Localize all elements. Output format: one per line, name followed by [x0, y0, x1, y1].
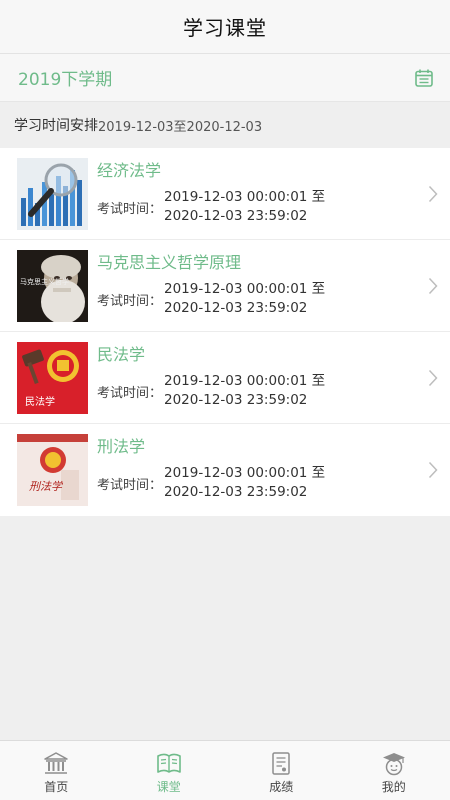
book-icon — [156, 753, 181, 773]
course-thumbnail — [17, 157, 88, 230]
top-bar: 学习课堂 — [0, 0, 450, 54]
thumbnail-caption: 刑法学 — [29, 480, 64, 493]
exam-end: 2020-12-03 23:59:02 — [164, 391, 308, 408]
course-item-criminal-law[interactable]: 刑法学 刑法学 考试时间： 2019-12-03 00:00:01 至 2020… — [0, 424, 450, 516]
exam-time-label: 考试时间： — [97, 385, 163, 401]
calendar-icon[interactable] — [414, 68, 434, 88]
course-item-marxist-philosophy[interactable]: 马克思主义哲学 马克思主义哲学原理 考试时间： 2019-12-03 00:00… — [0, 240, 450, 332]
course-thumbnail: 马克思主义哲学 — [17, 249, 88, 322]
chevron-right-icon — [428, 461, 438, 479]
exam-time-range: 2019-12-03 00:00:01 至 2020-12-03 23:59:0… — [164, 372, 325, 410]
tab-grades[interactable]: 成绩 — [225, 741, 338, 800]
tab-mine[interactable]: 我的 — [338, 741, 450, 800]
exam-time-range: 2019-12-03 00:00:01 至 2020-12-03 23:59:0… — [164, 280, 325, 318]
tab-label: 课堂 — [156, 780, 181, 794]
course-name: 经济法学 — [97, 160, 162, 180]
bottom-tab-bar: 首页 课堂 成绩 我的 — [0, 740, 450, 800]
course-thumbnail: 刑法学 — [17, 434, 88, 506]
thumbnail-caption: 马克思主义哲学 — [20, 277, 69, 286]
civil-law-image: 民法学 — [17, 341, 88, 414]
exam-time-label: 考试时间： — [97, 478, 163, 493]
criminal-law-image: 刑法学 — [17, 434, 88, 506]
course-info: 经济法学 考试时间： 2019-12-03 00:00:01 至 2020-12… — [97, 158, 436, 230]
exam-time-range: 2019-12-03 00:00:01 至 2020-12-03 23:59:0… — [164, 188, 325, 226]
page-title: 学习课堂 — [183, 16, 267, 40]
graduate-avatar-icon — [382, 753, 405, 776]
exam-start: 2019-12-03 00:00:01 至 — [164, 465, 326, 481]
exam-end: 2020-12-03 23:59:02 — [164, 484, 308, 500]
home-bank-icon — [44, 752, 68, 774]
chevron-right-icon — [428, 185, 438, 202]
thumbnail-caption: 民法学 — [25, 395, 55, 408]
course-name: 民法学 — [97, 344, 146, 364]
exam-time-label: 考试时间： — [97, 293, 163, 309]
tab-classroom[interactable]: 课堂 — [113, 741, 226, 800]
course-thumbnail: 民法学 — [17, 341, 88, 414]
exam-time-label: 考试时间： — [97, 201, 163, 217]
study-schedule: 学习时间安排 2019-12-03至2020-12-03 — [0, 102, 450, 148]
exam-start: 2019-12-03 00:00:01 至 — [164, 188, 326, 205]
semester-selector[interactable]: 2019下学期 — [0, 54, 450, 102]
schedule-label: 学习时间安排 — [14, 118, 98, 134]
report-icon — [272, 752, 290, 775]
chevron-right-icon — [428, 369, 438, 386]
magnifier-chart-image — [17, 157, 88, 230]
exam-end: 2020-12-03 23:59:02 — [164, 207, 308, 224]
course-info: 马克思主义哲学原理 考试时间： 2019-12-03 00:00:01 至 20… — [97, 250, 436, 322]
tab-label: 我的 — [381, 780, 406, 794]
chevron-right-icon — [428, 277, 438, 294]
course-list: 经济法学 考试时间： 2019-12-03 00:00:01 至 2020-12… — [0, 148, 450, 516]
schedule-range: 2019-12-03至2020-12-03 — [98, 119, 263, 135]
tab-label: 首页 — [44, 780, 69, 794]
tab-home[interactable]: 首页 — [0, 741, 113, 800]
exam-start: 2019-12-03 00:00:01 至 — [164, 280, 326, 297]
course-name: 马克思主义哲学原理 — [97, 252, 242, 272]
portrait-image: 马克思主义哲学 — [17, 249, 88, 322]
exam-time-range: 2019-12-03 00:00:01 至 2020-12-03 23:59:0… — [164, 464, 325, 502]
course-info: 刑法学 考试时间： 2019-12-03 00:00:01 至 2020-12-… — [97, 434, 436, 506]
course-item-economic-law[interactable]: 经济法学 考试时间： 2019-12-03 00:00:01 至 2020-12… — [0, 148, 450, 240]
semester-label: 2019下学期 — [18, 70, 113, 90]
course-info: 民法学 考试时间： 2019-12-03 00:00:01 至 2020-12-… — [97, 342, 436, 414]
tab-label: 成绩 — [269, 780, 294, 794]
course-name: 刑法学 — [97, 437, 146, 456]
exam-end: 2020-12-03 23:59:02 — [164, 299, 308, 316]
course-item-civil-law[interactable]: 民法学 民法学 考试时间： 2019-12-03 00:00:01 至 2020… — [0, 332, 450, 424]
exam-start: 2019-12-03 00:00:01 至 — [164, 372, 326, 389]
